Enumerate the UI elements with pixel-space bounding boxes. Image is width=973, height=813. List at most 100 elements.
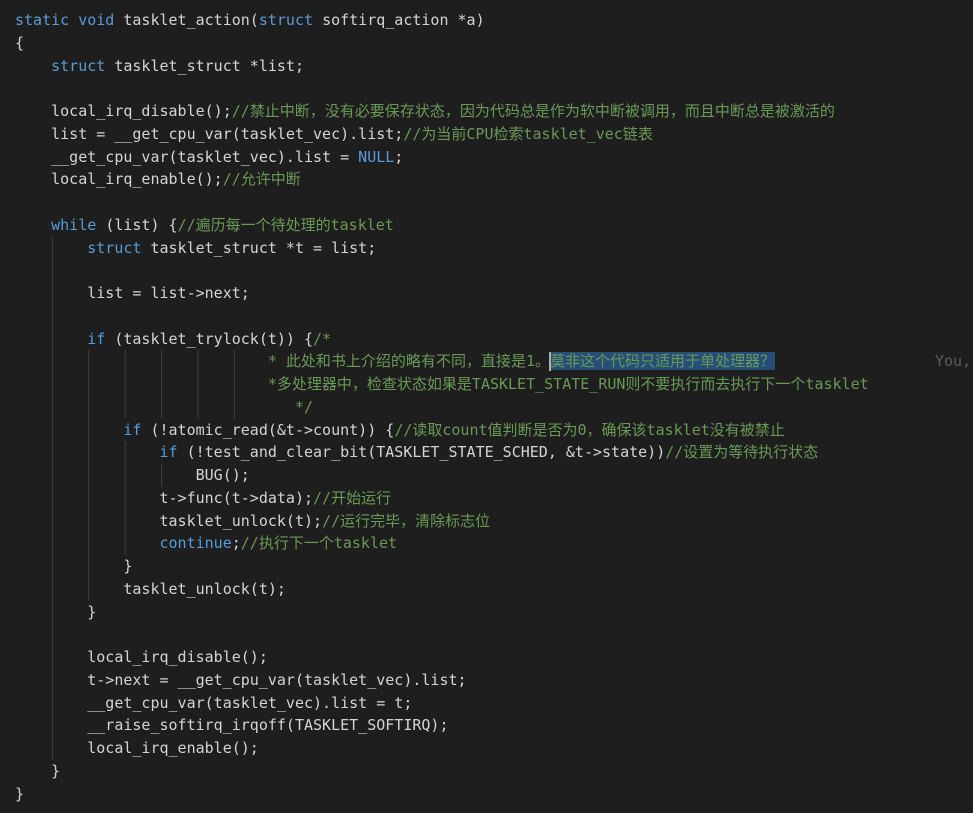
code-line[interactable]: struct tasklet_struct *t = list; <box>15 237 973 260</box>
code-token: __get_cpu_var(tasklet_vec).list = t; <box>87 693 413 712</box>
code-token: local_irq_disable(); <box>51 102 232 120</box>
code-token: list = __get_cpu_var(tasklet_vec).list; <box>51 124 404 143</box>
code-line[interactable]: BUG(); <box>15 464 973 487</box>
code-token: tasklet_unlock(t); <box>123 579 286 598</box>
code-token: ; <box>394 147 404 166</box>
code-token: if <box>123 420 151 439</box>
code-line[interactable]: *多处理器中，检查状态如果是TASKLET_STATE_RUN则不要执行而去执行… <box>15 373 973 396</box>
code-line[interactable]: if (tasklet_trylock(t)) {/* <box>15 328 973 351</box>
code-line[interactable]: * 此处和书上介绍的略有不同，直接是1。莫非这个代码只适用于单处理器？ You, <box>15 350 973 373</box>
code-line[interactable]: if (!atomic_read(&t->count)) {//读取count值… <box>15 419 973 442</box>
code-line[interactable]: continue;//执行下一个tasklet <box>15 532 973 555</box>
code-token: (tasklet_trylock(t)) { <box>114 329 314 348</box>
code-line[interactable]: local_irq_enable();//允许中断 <box>15 168 973 191</box>
code-token: if <box>87 329 115 348</box>
code-line[interactable]: local_irq_disable(); <box>15 646 973 669</box>
code-line[interactable]: struct tasklet_struct *list; <box>15 55 973 78</box>
code-token: if <box>159 443 187 462</box>
code-token: local_irq_enable(); <box>87 739 259 757</box>
code-token: __raise_softirq_irqoff(TASKLET_SOFTIRQ); <box>87 716 449 735</box>
code-line[interactable]: } <box>15 555 973 578</box>
code-token: (!atomic_read(&t->count)) { <box>150 420 395 439</box>
code-line[interactable]: } <box>15 601 973 624</box>
code-token: tasklet_struct *t = list; <box>150 238 377 257</box>
code-token: tasklet_struct *list; <box>114 56 304 75</box>
code-token: struct <box>258 11 323 29</box>
code-line[interactable] <box>15 259 973 282</box>
code-token: } <box>15 784 25 803</box>
code-line[interactable] <box>15 77 973 100</box>
code-line[interactable]: list = __get_cpu_var(tasklet_vec).list;/… <box>15 123 973 146</box>
selected-text: 莫非这个代码只适用于单处理器？ <box>549 352 775 371</box>
code-line[interactable]: static void tasklet_action(struct softir… <box>15 9 973 32</box>
code-line[interactable]: __get_cpu_var(tasklet_vec).list = t; <box>15 692 973 715</box>
code-token: static void <box>15 11 124 29</box>
code-line[interactable] <box>15 623 973 646</box>
code-token: list = list->next; <box>87 284 250 302</box>
code-line[interactable]: __get_cpu_var(tasklet_vec).list = NULL; <box>15 146 973 169</box>
code-token: } <box>51 761 61 780</box>
code-token: softirq_action *a) <box>322 11 485 29</box>
code-editor[interactable]: static void tasklet_action(struct softir… <box>0 0 973 813</box>
code-token: //设置为等待执行状态 <box>665 443 819 462</box>
code-line[interactable]: { <box>15 32 973 55</box>
code-line[interactable]: local_irq_disable();//禁止中断，没有必要保存状态，因为代码… <box>15 100 973 123</box>
code-token: local_irq_enable(); <box>51 170 223 189</box>
code-token: //为当前CPU检索tasklet_vec链表 <box>403 124 653 143</box>
code-token: //读取count值判断是否为0，确保该tasklet没有被禁止 <box>394 420 785 439</box>
code-line[interactable]: */ <box>15 396 973 419</box>
code-token: struct <box>87 238 151 257</box>
code-line[interactable]: __raise_softirq_irqoff(TASKLET_SOFTIRQ); <box>15 714 973 737</box>
code-line[interactable]: t->next = __get_cpu_var(tasklet_vec).lis… <box>15 669 973 692</box>
code-token: continue <box>159 534 232 553</box>
code-token: NULL <box>358 147 395 166</box>
code-line[interactable]: if (!test_and_clear_bit(TASKLET_STATE_SC… <box>15 441 973 464</box>
code-line[interactable]: while (list) {//遍历每一个待处理的tasklet <box>15 214 973 237</box>
code-token: //允许中断 <box>222 170 301 189</box>
code-line[interactable]: } <box>15 783 973 806</box>
code-token: tasklet_unlock(t); <box>159 511 323 530</box>
code-line[interactable]: tasklet_unlock(t); <box>15 578 973 601</box>
code-token: } <box>87 602 97 621</box>
code-token: t->next = __get_cpu_var(tasklet_vec).lis… <box>87 670 467 689</box>
code-token: (list) { <box>105 215 178 234</box>
text-cursor <box>548 352 551 371</box>
code-line[interactable]: } <box>15 760 973 783</box>
code-line[interactable] <box>15 191 973 214</box>
code-token: /* <box>313 329 332 348</box>
code-line[interactable]: local_irq_enable(); <box>15 737 973 760</box>
code-token: //执行下一个tasklet <box>240 534 398 553</box>
code-token: BUG(); <box>195 466 250 484</box>
code-token: ; <box>231 534 241 553</box>
code-line[interactable]: t->func(t->data);//开始运行 <box>15 487 973 510</box>
code-area[interactable]: static void tasklet_action(struct softir… <box>15 9 973 805</box>
code-line[interactable] <box>15 305 973 328</box>
code-line[interactable]: tasklet_unlock(t);//运行完毕，清除标志位 <box>15 510 973 533</box>
code-token: //运行完毕，清除标志位 <box>322 511 491 530</box>
code-token: //遍历每一个待处理的tasklet <box>177 215 394 234</box>
code-line[interactable]: list = list->next; <box>15 282 973 305</box>
